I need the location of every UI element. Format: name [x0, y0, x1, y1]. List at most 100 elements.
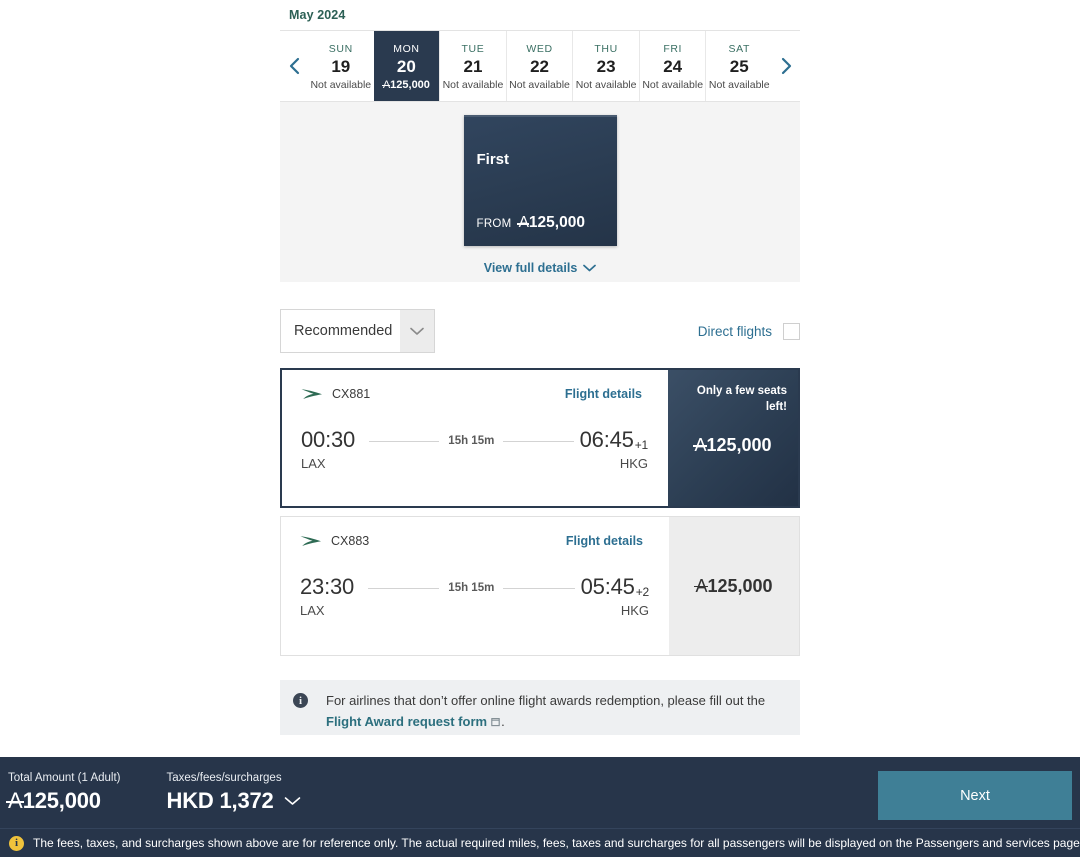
- sort-dropdown-value: Recommended: [294, 323, 393, 339]
- date-number: 20: [396, 57, 416, 77]
- sort-dropdown-arrow: [400, 310, 434, 352]
- cabin-card-first[interactable]: First FROM A125,000: [463, 115, 617, 246]
- warning-info-icon: i: [9, 835, 24, 851]
- award-request-notice: i For airlines that don’t offer online f…: [280, 680, 800, 735]
- taxes-label: Taxes/fees/surcharges: [166, 771, 282, 784]
- date-cell-20[interactable]: MON 20 A125,000: [373, 31, 440, 101]
- duration-block: 15h 15m: [368, 575, 575, 601]
- arrival-day-offset: +2: [635, 585, 650, 599]
- total-amount-label: Total Amount (1 Adult): [8, 771, 121, 784]
- flight-result-card-cx883[interactable]: CX883 Flight details 23:30 LAX 15h 15m 0…: [280, 516, 800, 656]
- date-carousel: SUN 19 Not available MON 20 A125,000 TUE…: [280, 30, 800, 102]
- cathay-brushwing-icon: [300, 536, 321, 546]
- date-cell-21[interactable]: TUE 21 Not available: [439, 31, 506, 101]
- date-number: 19: [331, 57, 351, 77]
- arrival-time: 06:45+1: [579, 427, 649, 452]
- flight-schedule: 23:30 LAX 15h 15m 05:45+2 HKG: [300, 575, 649, 618]
- flight-price-panel-cx881[interactable]: Only a few seats left! A125,000: [668, 370, 798, 506]
- flight-award-booking-page: May 2024 SUN 19 Not available MON 20 A12…: [0, 0, 1080, 857]
- cabin-price-row: FROM A125,000: [477, 214, 585, 232]
- arrival-time: 05:45+2: [580, 574, 650, 599]
- view-full-details-link[interactable]: View full details: [484, 261, 597, 275]
- date-number: 21: [463, 57, 483, 77]
- cabin-from-label: FROM: [476, 218, 512, 230]
- date-number: 23: [596, 57, 616, 77]
- total-amount-value: A 125,000: [6, 787, 101, 813]
- calendar-prev-arrow[interactable]: [280, 31, 308, 101]
- cabin-price: A125,000: [517, 214, 585, 231]
- chevron-down-icon: [410, 327, 424, 335]
- date-dow: THU: [594, 43, 618, 56]
- asia-miles-icon: A: [6, 787, 24, 813]
- date-dow: FRI: [663, 43, 683, 56]
- date-status: Not available: [310, 78, 372, 91]
- flight-number: CX881: [332, 387, 371, 401]
- airline-identity: CX883: [300, 534, 369, 548]
- date-cell-19[interactable]: SUN 19 Not available: [308, 31, 374, 101]
- flight-duration: 15h 15m: [439, 582, 504, 594]
- flight-details-link[interactable]: Flight details: [565, 387, 642, 401]
- date-number: 25: [729, 57, 749, 77]
- sort-dropdown[interactable]: Recommended: [280, 309, 435, 353]
- info-icon: i: [293, 693, 308, 708]
- asia-miles-icon: A: [694, 575, 708, 596]
- flight-schedule: 00:30 LAX 15h 15m 06:45+1 HKG: [301, 428, 648, 471]
- departure-time: 00:30: [301, 427, 356, 452]
- results-filter-row: Recommended Direct flights: [280, 308, 800, 354]
- date-status: Not available: [708, 78, 770, 91]
- flight-header: CX883 Flight details: [300, 534, 649, 548]
- arrival-airport: HKG: [619, 456, 648, 472]
- direct-flights-filter[interactable]: Direct flights: [697, 322, 800, 340]
- date-dow: MON: [393, 43, 420, 56]
- departure-airport: LAX: [300, 603, 325, 619]
- chevron-right-icon: [781, 57, 791, 75]
- calendar-month-label: May 2024: [289, 8, 346, 22]
- date-status: Not available: [642, 78, 704, 91]
- flight-info: CX883 Flight details 23:30 LAX 15h 15m 0…: [281, 517, 669, 655]
- date-status: Not available: [442, 78, 504, 91]
- chevron-down-icon: [284, 796, 300, 805]
- direct-flights-label: Direct flights: [697, 323, 772, 339]
- duration-block: 15h 15m: [369, 428, 574, 454]
- next-button[interactable]: Next: [878, 771, 1072, 820]
- view-full-details-label: View full details: [483, 261, 578, 275]
- flight-result-card-cx881[interactable]: CX881 Flight details 00:30 LAX 15h 15m 0…: [280, 368, 800, 508]
- date-dow: SUN: [328, 43, 353, 56]
- date-cell-list: SUN 19 Not available MON 20 A125,000 TUE…: [308, 31, 773, 101]
- date-dow: SAT: [728, 43, 750, 56]
- seats-availability-note: Only a few seats left!: [696, 385, 787, 413]
- flight-award-request-form-link[interactable]: Flight Award request form: [326, 714, 501, 729]
- date-dow: TUE: [461, 43, 485, 56]
- asia-miles-icon: A: [693, 434, 707, 455]
- date-cell-24[interactable]: FRI 24 Not available: [638, 31, 706, 101]
- date-cell-25[interactable]: SAT 25 Not available: [705, 31, 773, 101]
- arrival-day-offset: +1: [634, 438, 649, 452]
- cathay-brushwing-icon: [301, 389, 322, 399]
- arrival-block: 06:45+1 HKG: [579, 427, 649, 472]
- date-cell-22[interactable]: WED 22 Not available: [505, 31, 573, 101]
- calendar-next-arrow[interactable]: [772, 31, 800, 101]
- taxes-expand-toggle[interactable]: [284, 796, 301, 806]
- asia-miles-icon: A: [382, 78, 391, 91]
- taxes-block: Taxes/fees/surcharges HKD 1,372: [167, 772, 301, 814]
- flight-price-panel-cx883[interactable]: A125,000: [669, 517, 799, 655]
- total-amount-block: Total Amount (1 Adult) A 125,000: [6, 771, 121, 814]
- footer-summary: Total Amount (1 Adult) A 125,000 Taxes/fe…: [0, 757, 1080, 828]
- date-cell-23[interactable]: THU 23 Not available: [572, 31, 639, 101]
- notice-text-before: For airlines that don’t offer online fli…: [326, 693, 766, 708]
- taxes-value-row: HKD 1,372: [167, 788, 301, 814]
- date-dow: WED: [526, 43, 553, 56]
- departure-block: 00:30 LAX: [301, 428, 363, 471]
- flight-price: A125,000: [693, 434, 772, 455]
- date-status: A125,000: [382, 78, 430, 91]
- external-link-icon: [490, 713, 501, 734]
- airline-identity: CX881: [301, 387, 370, 401]
- footer-disclaimer: i The fees, taxes, and surcharges shown …: [0, 828, 1080, 857]
- direct-flights-checkbox[interactable]: [783, 322, 800, 340]
- departure-airport: LAX: [301, 456, 326, 472]
- taxes-value: HKD 1,372: [166, 787, 274, 813]
- arrival-block: 05:45+2 HKG: [580, 574, 650, 618]
- flight-details-link[interactable]: Flight details: [566, 534, 643, 548]
- departure-time: 23:30: [300, 574, 355, 599]
- flight-price: A125,000: [694, 575, 773, 596]
